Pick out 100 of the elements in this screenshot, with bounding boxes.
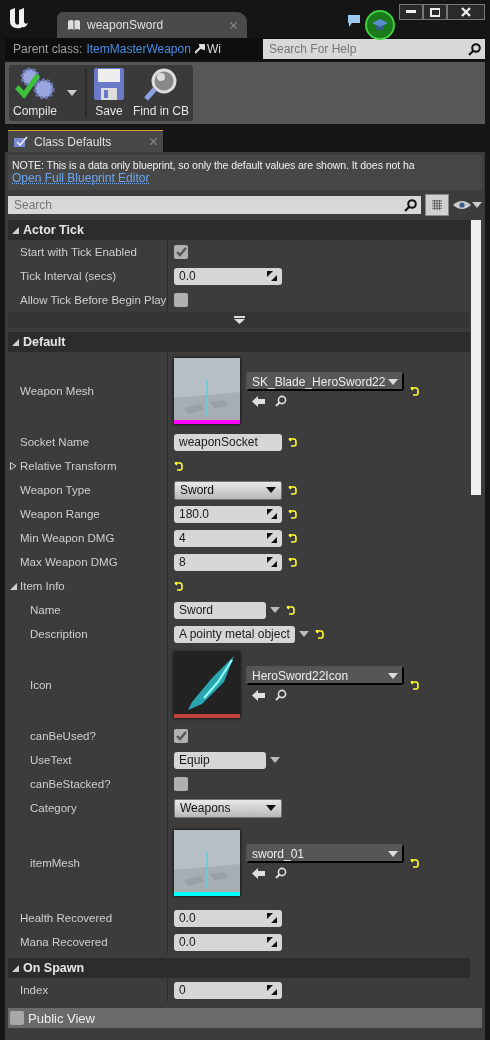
number-field[interactable]: 0.0 — [174, 933, 282, 951]
window-menu[interactable]: Wi — [194, 42, 221, 56]
number-field[interactable]: 0.0 — [174, 267, 282, 285]
search-icon[interactable] — [275, 395, 287, 407]
search-icon[interactable] — [468, 42, 481, 56]
text-field[interactable]: A pointy metal object — [174, 625, 295, 643]
collapse-triangle-icon[interactable] — [12, 338, 19, 346]
minimize-icon — [406, 10, 416, 14]
reset-arrow-icon[interactable] — [410, 387, 419, 396]
search-input[interactable]: Search — [12, 197, 404, 213]
search-icon[interactable] — [275, 689, 287, 701]
open-editor-link[interactable]: Open Full Blueprint Editor — [12, 171, 150, 185]
caret-icon[interactable] — [298, 631, 309, 637]
search-icon[interactable] — [275, 867, 287, 879]
visibility-button[interactable] — [453, 200, 482, 210]
use-selected-arrow-icon[interactable] — [252, 867, 265, 879]
reset-arrow-icon[interactable] — [314, 629, 324, 639]
panel-tab[interactable]: Class Defaults — [8, 130, 163, 152]
close-icon[interactable] — [230, 21, 237, 29]
reset-arrow-icon[interactable] — [288, 533, 297, 543]
caret-icon[interactable] — [472, 202, 482, 208]
reset-arrow-icon[interactable] — [288, 557, 297, 567]
reset-arrow-icon[interactable] — [410, 859, 419, 868]
help-search-input[interactable]: Search For Help — [267, 41, 468, 57]
search-icon[interactable] — [404, 198, 417, 212]
help-search-field[interactable]: Search For Help — [263, 39, 485, 59]
compile-button[interactable]: Compile — [9, 65, 61, 121]
use-selected-arrow-icon[interactable] — [252, 395, 265, 407]
dropdown-button[interactable]: Weapons — [174, 798, 282, 818]
checkbox[interactable] — [174, 245, 188, 259]
dropdown-button[interactable]: Sword — [174, 480, 282, 500]
drag-handle-icon[interactable] — [267, 533, 277, 543]
number-field[interactable]: 0 — [174, 981, 282, 999]
collapse-triangle-icon[interactable] — [10, 582, 17, 590]
document-tab[interactable]: weaponSword — [57, 12, 247, 38]
property-label: Relative Transform — [20, 460, 117, 472]
view-grid-button[interactable] — [425, 194, 449, 216]
property-label: Description — [30, 628, 88, 640]
caret-icon[interactable] — [67, 90, 77, 96]
drag-handle-icon[interactable] — [267, 557, 277, 567]
drag-handle-icon[interactable] — [267, 913, 277, 923]
property-label: canBeUsed? — [30, 730, 96, 742]
drag-handle-icon[interactable] — [267, 271, 277, 281]
asset-picker[interactable]: SK_Blade_HeroSword22 — [246, 372, 404, 391]
section-header[interactable]: On Spawn — [8, 958, 470, 978]
find-button[interactable]: Find in CB — [129, 65, 194, 121]
collapse-triangle-icon[interactable] — [12, 226, 19, 234]
text-field[interactable]: Sword — [174, 601, 266, 619]
number-field[interactable]: 180.0 — [174, 505, 282, 523]
parent-class-link[interactable]: ItemMasterWeapon — [86, 42, 191, 56]
book-icon — [67, 19, 81, 31]
checkbox[interactable] — [174, 777, 188, 791]
use-selected-arrow-icon[interactable] — [252, 689, 265, 701]
advanced-toggle[interactable] — [8, 312, 470, 328]
asset-picker[interactable]: HeroSword22Icon — [246, 666, 404, 685]
property-label: Max Weapon DMG — [20, 556, 118, 568]
reset-arrow-icon[interactable] — [288, 437, 297, 447]
reset-arrow-icon[interactable] — [174, 461, 183, 471]
caret-icon[interactable] — [270, 757, 280, 763]
reset-arrow-icon[interactable] — [286, 605, 295, 615]
text-field[interactable]: Equip — [174, 751, 266, 769]
section-header[interactable]: Actor Tick — [8, 220, 470, 240]
reset-arrow-icon[interactable] — [288, 509, 297, 519]
collapse-triangle-icon[interactable] — [12, 964, 19, 972]
sword-thumbnail — [174, 652, 240, 714]
reset-arrow-icon[interactable] — [174, 581, 183, 591]
scrollbar-thumb[interactable] — [471, 220, 481, 495]
reset-arrow-icon[interactable] — [288, 485, 297, 495]
expand-triangle-icon[interactable] — [10, 462, 17, 470]
section-header[interactable]: Default — [8, 332, 470, 352]
caret-icon[interactable] — [388, 850, 398, 857]
property-label: Weapon Range — [20, 508, 100, 520]
text-field[interactable]: weaponSocket — [174, 433, 282, 451]
caret-icon[interactable] — [388, 378, 398, 385]
property-label: Index — [20, 984, 49, 996]
drag-handle-icon[interactable] — [267, 509, 277, 519]
property-label: Min Weapon DMG — [20, 532, 115, 544]
checkbox[interactable] — [174, 293, 188, 307]
tutorial-button[interactable] — [365, 10, 395, 40]
minimize-button[interactable] — [399, 4, 423, 20]
reset-arrow-icon[interactable] — [410, 681, 419, 690]
save-button[interactable]: Save — [89, 65, 129, 121]
caret-icon[interactable] — [266, 487, 276, 493]
drag-handle-icon[interactable] — [267, 937, 277, 947]
number-field[interactable]: 4 — [174, 529, 282, 547]
maximize-button[interactable] — [423, 4, 447, 20]
parent-class-label: Parent class: — [13, 42, 83, 56]
checkbox[interactable] — [10, 1011, 24, 1025]
caret-icon[interactable] — [270, 607, 280, 613]
close-icon[interactable] — [150, 138, 157, 145]
caret-icon[interactable] — [266, 805, 276, 811]
asset-picker[interactable]: sword_01 — [246, 844, 404, 863]
checkbox[interactable] — [174, 729, 188, 743]
drag-handle-icon[interactable] — [267, 985, 277, 995]
number-field[interactable]: 8 — [174, 553, 282, 571]
caret-icon[interactable] — [388, 672, 398, 679]
chat-bubble-icon[interactable] — [347, 14, 361, 28]
search-field[interactable]: Search — [8, 196, 421, 214]
number-field[interactable]: 0.0 — [174, 909, 282, 927]
close-button[interactable] — [447, 4, 485, 20]
